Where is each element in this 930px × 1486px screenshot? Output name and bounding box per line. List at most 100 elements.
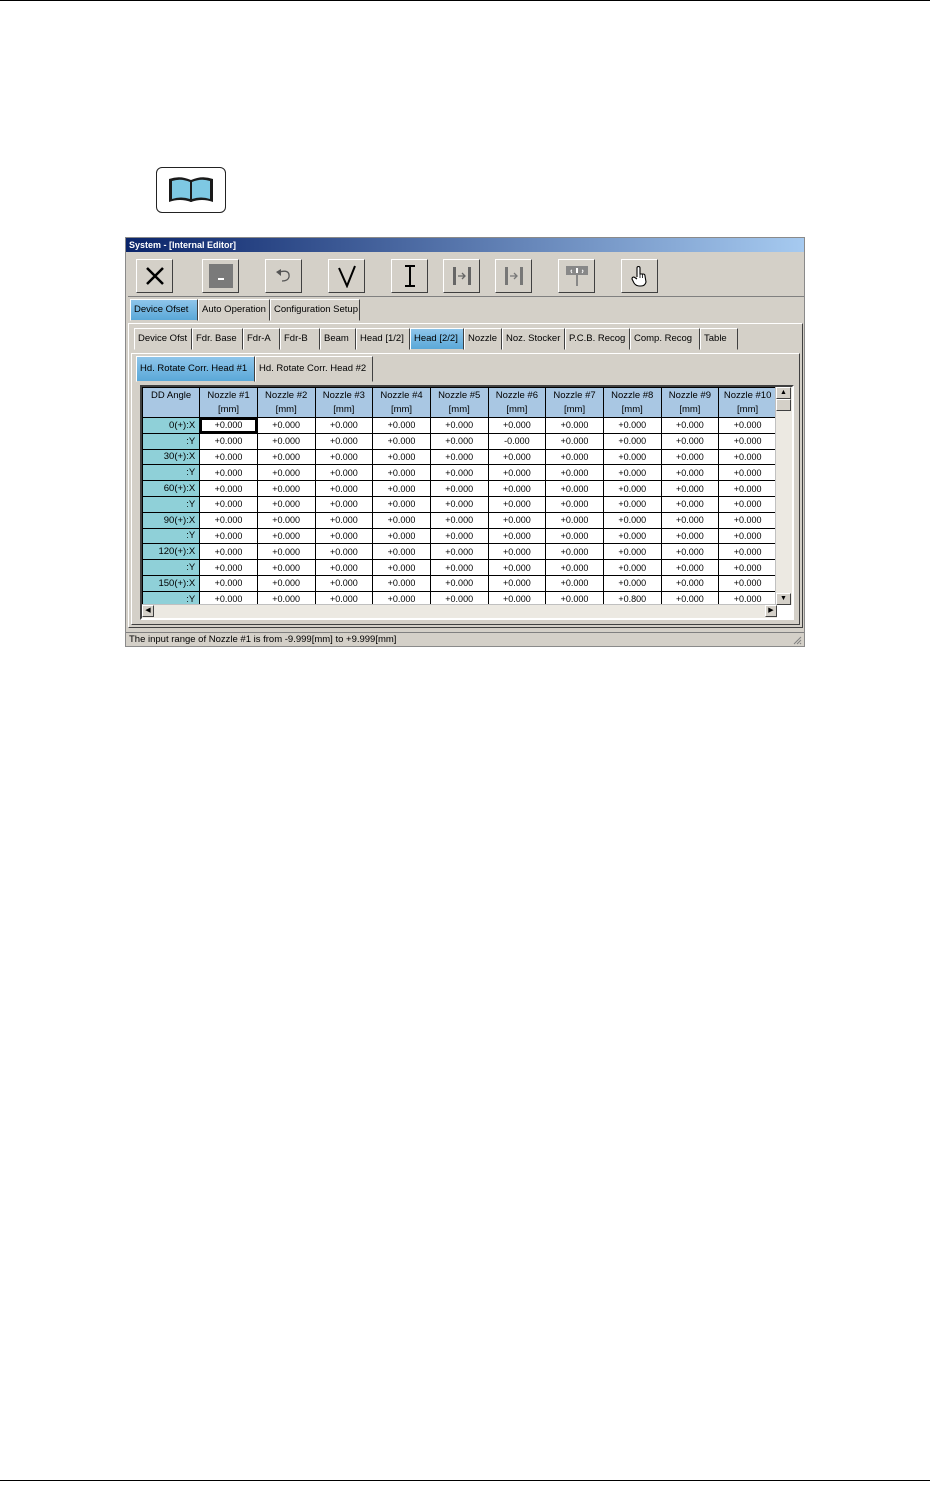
tab-table[interactable]: Table (700, 328, 738, 350)
grid-cell[interactable]: +0.000 (718, 464, 777, 482)
grid-cell[interactable]: +0.000 (660, 432, 720, 450)
tab-device-ofset[interactable]: Device Ofset (130, 299, 198, 321)
grid-cell[interactable]: +0.000 (314, 480, 374, 497)
grid-cell[interactable]: +0.000 (602, 559, 662, 576)
grid-cell[interactable]: +0.000 (256, 527, 316, 545)
tab-beam[interactable]: Beam (320, 328, 356, 350)
grid-cell[interactable]: +0.000 (199, 574, 258, 592)
tab-nozzle[interactable]: Nozzle (464, 328, 502, 350)
grid-cell[interactable]: +0.000 (314, 574, 374, 592)
grid-cell[interactable]: +0.000 (199, 432, 258, 450)
tab-head-1[interactable]: Hd. Rotate Corr. Head #1 (136, 356, 255, 382)
grid-cell[interactable]: +0.000 (718, 448, 777, 466)
grid-cell[interactable]: +0.000 (660, 495, 720, 513)
grid-cell[interactable]: +0.000 (372, 448, 431, 466)
grid-cell[interactable]: +0.000 (199, 448, 258, 466)
grid-cell[interactable]: +0.000 (545, 574, 604, 592)
grid-cell[interactable]: +0.000 (602, 527, 662, 545)
grid-cell[interactable]: +0.000 (199, 495, 258, 513)
tab-head-2-2[interactable]: Head [2/2] (410, 328, 464, 350)
grid-cell[interactable]: +0.000 (602, 417, 662, 434)
grid-cell[interactable]: +0.000 (429, 495, 489, 513)
grid-cell[interactable]: +0.000 (487, 559, 547, 576)
grid-cell[interactable]: +0.000 (199, 543, 258, 561)
tab-configuration-setup[interactable]: Configuration Setup (270, 299, 360, 321)
grid-cell[interactable]: +0.000 (660, 480, 720, 497)
grid-cell[interactable]: +0.000 (602, 574, 662, 592)
column-header[interactable]: Nozzle #2 [mm] (256, 387, 316, 418)
grid-cell[interactable]: +0.000 (314, 417, 374, 434)
grid-cell[interactable]: +0.000 (372, 527, 431, 545)
tab-fdr-b[interactable]: Fdr-B (280, 328, 320, 350)
minimize-button[interactable] (202, 259, 239, 293)
grid-cell[interactable]: +0.000 (429, 511, 489, 529)
grid-cell[interactable]: +0.000 (487, 417, 547, 434)
grid-cell[interactable]: +0.000 (545, 527, 604, 545)
grid-cell[interactable]: +0.000 (314, 511, 374, 529)
resize-grip-icon[interactable] (792, 635, 802, 645)
grid-cell[interactable]: +0.000 (372, 543, 431, 561)
grid-cell[interactable]: +0.000 (256, 559, 316, 576)
signal-button[interactable] (558, 259, 595, 293)
grid-cell[interactable]: +0.000 (199, 480, 258, 497)
tab-fdr-a[interactable]: Fdr-A (243, 328, 280, 350)
grid-cell[interactable]: +0.000 (256, 511, 316, 529)
grid-cell[interactable]: +0.000 (314, 527, 374, 545)
grid-cell[interactable]: +0.000 (256, 543, 316, 561)
grid-cell[interactable]: +0.000 (487, 511, 547, 529)
grid-cell[interactable]: +0.000 (660, 527, 720, 545)
tab-noz-stocker[interactable]: Noz. Stocker (502, 328, 565, 350)
jump-button[interactable] (443, 259, 480, 293)
grid-cell[interactable]: +0.000 (545, 559, 604, 576)
grid-cell[interactable]: +0.000 (487, 527, 547, 545)
grid-cell[interactable]: +0.000 (660, 511, 720, 529)
grid-cell[interactable]: +0.000 (545, 495, 604, 513)
grid-cell[interactable]: +0.000 (429, 559, 489, 576)
grid-cell[interactable]: +0.000 (487, 574, 547, 592)
grid-cell[interactable]: +0.000 (429, 574, 489, 592)
tab-fdr-base[interactable]: Fdr. Base (192, 328, 243, 350)
grid-cell[interactable]: +0.000 (718, 480, 777, 497)
grid-cell[interactable]: +0.000 (660, 543, 720, 561)
grid-cell[interactable]: +0.000 (314, 448, 374, 466)
grid-cell[interactable]: +0.000 (718, 511, 777, 529)
grid-cell[interactable]: +0.000 (545, 511, 604, 529)
grid-cell[interactable]: +0.000 (718, 432, 777, 450)
grid-cell[interactable]: +0.000 (314, 464, 374, 482)
grid-cell[interactable]: +0.000 (256, 495, 316, 513)
grid-cell[interactable]: +0.000 (372, 511, 431, 529)
grid-cell[interactable]: +0.000 (372, 417, 431, 434)
grid-cell[interactable]: +0.000 (718, 574, 777, 592)
grid-cell[interactable]: +0.000 (256, 417, 316, 434)
column-header[interactable]: Nozzle #10 [mm] (718, 387, 777, 418)
grid-cell[interactable]: +0.000 (487, 448, 547, 466)
column-header[interactable]: Nozzle #4 [mm] (372, 387, 431, 418)
grid-cell[interactable]: +0.000 (545, 417, 604, 434)
grid-cell[interactable]: +0.000 (602, 495, 662, 513)
jump-end-button[interactable] (495, 259, 532, 293)
tab-head-2[interactable]: Hd. Rotate Corr. Head #2 (255, 356, 373, 382)
tab-comp-recog[interactable]: Comp. Recog (630, 328, 700, 350)
close-button[interactable] (136, 259, 173, 293)
grid-cell[interactable]: +0.000 (372, 464, 431, 482)
column-header[interactable]: Nozzle #8 [mm] (602, 387, 662, 418)
grid-cell[interactable]: +0.000 (256, 448, 316, 466)
edit-text-button[interactable] (391, 259, 428, 293)
grid-cell[interactable]: +0.000 (487, 480, 547, 497)
grid-cell[interactable]: +0.000 (429, 417, 489, 434)
grid-cell[interactable]: +0.000 (602, 448, 662, 466)
grid-cell[interactable]: +0.000 (660, 417, 720, 434)
grid-cell[interactable]: -0.000 (487, 432, 547, 450)
scroll-right-icon[interactable]: ▶ (765, 605, 777, 617)
grid-cell[interactable]: +0.000 (602, 432, 662, 450)
grid-cell[interactable]: +0.000 (256, 432, 316, 450)
grid-cell[interactable]: +0.000 (718, 543, 777, 561)
tab-auto-operation[interactable]: Auto Operation (198, 299, 270, 321)
grid-cell[interactable]: +0.000 (602, 480, 662, 497)
grid-cell[interactable]: +0.000 (602, 464, 662, 482)
grid-cell[interactable]: +0.000 (545, 543, 604, 561)
column-header[interactable]: Nozzle #9 [mm] (660, 387, 720, 418)
grid-cell[interactable]: +0.000 (372, 432, 431, 450)
grid-cell[interactable]: +0.000 (372, 480, 431, 497)
grid-cell[interactable]: +0.000 (199, 527, 258, 545)
